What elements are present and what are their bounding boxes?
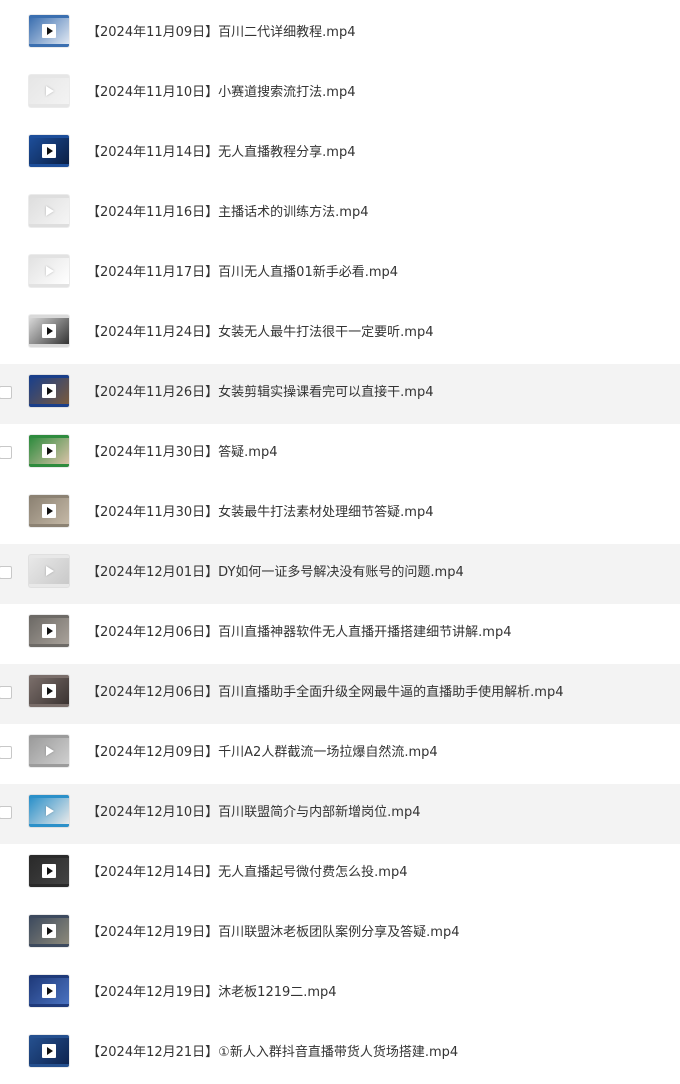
file-name[interactable]: 【2024年12月01日】DY如何一证多号解决没有账号的问题.mp4 xyxy=(87,564,464,582)
video-thumbnail[interactable] xyxy=(29,435,69,467)
play-icon xyxy=(42,1044,56,1058)
file-name[interactable]: 【2024年12月14日】无人直播起号微付费怎么投.mp4 xyxy=(87,864,408,882)
play-icon xyxy=(42,24,56,38)
file-name[interactable]: 【2024年11月24日】女装无人最牛打法很干一定要听.mp4 xyxy=(87,324,434,342)
play-icon xyxy=(42,924,56,938)
video-thumbnail[interactable] xyxy=(29,675,69,707)
file-row[interactable]: 【2024年12月10日】百川联盟简介与内部新增岗位.mp4 xyxy=(0,784,680,844)
file-name[interactable]: 【2024年11月16日】主播话术的训练方法.mp4 xyxy=(87,204,369,222)
play-icon xyxy=(42,864,56,878)
play-icon xyxy=(42,984,56,998)
file-row[interactable]: 【2024年12月19日】百川联盟沐老板团队案例分享及答疑.mp4 xyxy=(0,904,680,964)
file-row[interactable]: 【2024年11月16日】主播话术的训练方法.mp4 xyxy=(0,184,680,244)
file-name[interactable]: 【2024年12月21日】①新人入群抖音直播带货人货场搭建.mp4 xyxy=(87,1044,458,1062)
file-row[interactable]: 【2024年12月19日】沐老板1219二.mp4 xyxy=(0,964,680,1024)
file-name[interactable]: 【2024年11月26日】女装剪辑实操课看完可以直接干.mp4 xyxy=(87,384,434,402)
file-name[interactable]: 【2024年11月09日】百川二代详细教程.mp4 xyxy=(87,24,356,42)
video-thumbnail[interactable] xyxy=(29,855,69,887)
file-name[interactable]: 【2024年12月19日】百川联盟沐老板团队案例分享及答疑.mp4 xyxy=(87,924,460,942)
video-thumbnail[interactable] xyxy=(29,735,69,767)
file-row[interactable]: 【2024年11月24日】女装无人最牛打法很干一定要听.mp4 xyxy=(0,304,680,364)
play-icon xyxy=(42,624,56,638)
file-name[interactable]: 【2024年12月09日】千川A2人群截流一场拉爆自然流.mp4 xyxy=(87,744,438,762)
file-row[interactable]: 【2024年12月01日】DY如何一证多号解决没有账号的问题.mp4 xyxy=(0,544,680,604)
row-checkbox[interactable] xyxy=(0,566,12,579)
play-icon xyxy=(42,84,56,98)
play-icon xyxy=(42,804,56,818)
file-row[interactable]: 【2024年12月09日】千川A2人群截流一场拉爆自然流.mp4 xyxy=(0,724,680,784)
play-icon xyxy=(42,144,56,158)
file-name[interactable]: 【2024年12月19日】沐老板1219二.mp4 xyxy=(87,984,337,1002)
play-icon xyxy=(42,444,56,458)
file-row[interactable]: 【2024年11月30日】女装最牛打法素材处理细节答疑.mp4 xyxy=(0,484,680,544)
row-checkbox[interactable] xyxy=(0,686,12,699)
row-checkbox[interactable] xyxy=(0,446,12,459)
file-name[interactable]: 【2024年12月10日】百川联盟简介与内部新增岗位.mp4 xyxy=(87,804,421,822)
video-thumbnail[interactable] xyxy=(29,15,69,47)
video-thumbnail[interactable] xyxy=(29,915,69,947)
file-row[interactable]: 【2024年11月09日】百川二代详细教程.mp4 xyxy=(0,4,680,64)
play-icon xyxy=(42,744,56,758)
file-name[interactable]: 【2024年12月06日】百川直播神器软件无人直播开播搭建细节讲解.mp4 xyxy=(87,624,512,642)
video-thumbnail[interactable] xyxy=(29,975,69,1007)
file-name[interactable]: 【2024年11月17日】百川无人直播01新手必看.mp4 xyxy=(87,264,398,282)
row-checkbox[interactable] xyxy=(0,386,12,399)
video-thumbnail[interactable] xyxy=(29,495,69,527)
play-icon xyxy=(42,504,56,518)
video-thumbnail[interactable] xyxy=(29,375,69,407)
video-thumbnail[interactable] xyxy=(29,1035,69,1067)
file-row[interactable]: 【2024年11月26日】女装剪辑实操课看完可以直接干.mp4 xyxy=(0,364,680,424)
file-row[interactable]: 【2024年12月21日】①新人入群抖音直播带货人货场搭建.mp4 xyxy=(0,1024,680,1084)
file-list: 【2024年11月09日】百川二代详细教程.mp4 【2024年11月10日】小赛… xyxy=(0,4,680,1084)
video-thumbnail[interactable] xyxy=(29,555,69,587)
file-name[interactable]: 【2024年11月14日】无人直播教程分享.mp4 xyxy=(87,144,356,162)
video-thumbnail[interactable] xyxy=(29,315,69,347)
file-row[interactable]: 【2024年12月06日】百川直播神器软件无人直播开播搭建细节讲解.mp4 xyxy=(0,604,680,664)
row-checkbox[interactable] xyxy=(0,806,12,819)
video-thumbnail[interactable] xyxy=(29,135,69,167)
play-icon xyxy=(42,384,56,398)
file-row[interactable]: 【2024年11月10日】小赛道搜索流打法.mp4 xyxy=(0,64,680,124)
row-checkbox[interactable] xyxy=(0,746,12,759)
file-name[interactable]: 【2024年11月30日】女装最牛打法素材处理细节答疑.mp4 xyxy=(87,504,434,522)
file-row[interactable]: 【2024年11月30日】答疑.mp4 xyxy=(0,424,680,484)
file-name[interactable]: 【2024年11月10日】小赛道搜索流打法.mp4 xyxy=(87,84,356,102)
video-thumbnail[interactable] xyxy=(29,255,69,287)
play-icon xyxy=(42,324,56,338)
play-icon xyxy=(42,264,56,278)
file-name[interactable]: 【2024年12月06日】百川直播助手全面升级全网最牛逼的直播助手使用解析.mp… xyxy=(87,684,564,702)
file-row[interactable]: 【2024年12月14日】无人直播起号微付费怎么投.mp4 xyxy=(0,844,680,904)
file-row[interactable]: 【2024年11月17日】百川无人直播01新手必看.mp4 xyxy=(0,244,680,304)
file-row[interactable]: 【2024年11月14日】无人直播教程分享.mp4 xyxy=(0,124,680,184)
video-thumbnail[interactable] xyxy=(29,195,69,227)
video-thumbnail[interactable] xyxy=(29,795,69,827)
video-thumbnail[interactable] xyxy=(29,75,69,107)
play-icon xyxy=(42,204,56,218)
file-row[interactable]: 【2024年12月06日】百川直播助手全面升级全网最牛逼的直播助手使用解析.mp… xyxy=(0,664,680,724)
file-name[interactable]: 【2024年11月30日】答疑.mp4 xyxy=(87,444,278,462)
play-icon xyxy=(42,564,56,578)
video-thumbnail[interactable] xyxy=(29,615,69,647)
play-icon xyxy=(42,684,56,698)
